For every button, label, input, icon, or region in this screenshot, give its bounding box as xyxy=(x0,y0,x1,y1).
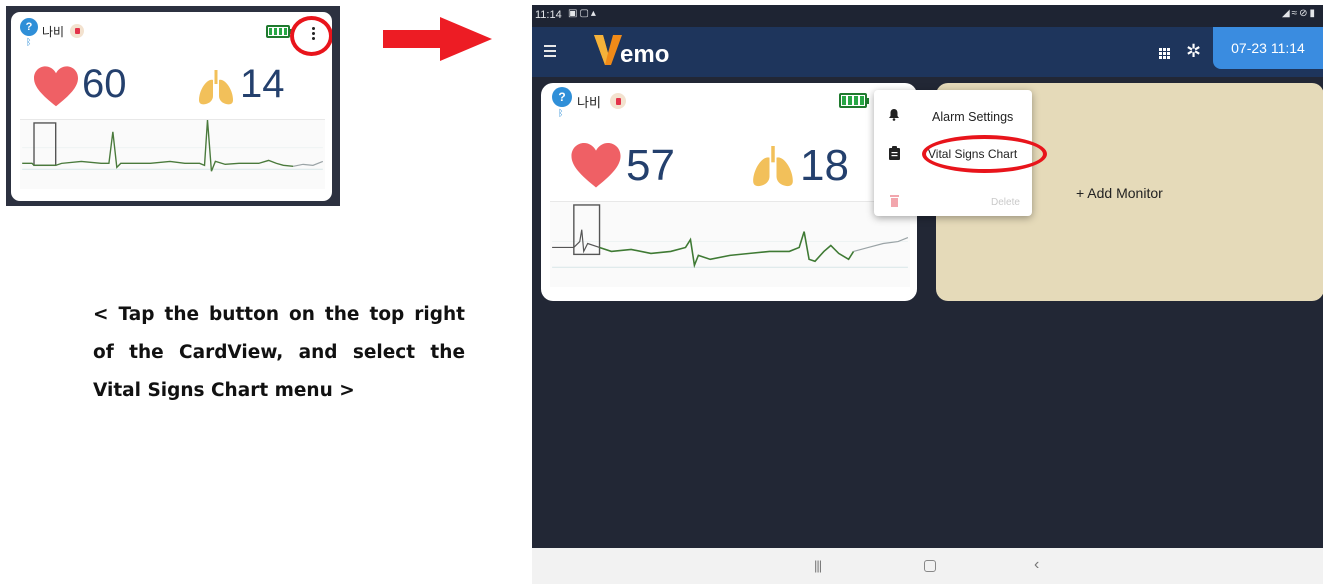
record-indicator-icon xyxy=(70,24,84,38)
date-time-badge[interactable]: 07-23 11:14 xyxy=(1213,27,1323,69)
menu-hamburger-icon[interactable] xyxy=(544,45,556,57)
respiration-rate-value: 14 xyxy=(240,62,285,106)
tablet-screenshot: 11:14 ▣▢▴ ◢≈⊘▮ emo ✲ 07-23 11:14 ? ᛒ 나비 xyxy=(532,5,1323,584)
menu-item-delete[interactable]: Delete xyxy=(991,197,1020,208)
battery-icon xyxy=(266,25,292,38)
status-system-icons: ◢≈⊘▮ xyxy=(1281,8,1317,19)
instruction-text: < Tap the button on the top right of the… xyxy=(93,304,465,401)
trash-icon xyxy=(890,195,899,207)
highlight-circle xyxy=(922,135,1047,173)
heart-rate-value: 57 xyxy=(626,141,675,190)
patient-avatar-icon: ? xyxy=(20,18,38,36)
heart-icon xyxy=(34,66,78,107)
back-icon[interactable]: ‹ xyxy=(1034,556,1039,574)
ecg-waveform xyxy=(550,201,910,287)
card-options-menu: Alarm Settings Vital Signs Chart Delete xyxy=(874,90,1047,216)
status-time: 11:14 xyxy=(535,9,562,21)
status-notification-icons: ▣▢▴ xyxy=(568,8,598,19)
grid-view-icon[interactable] xyxy=(1159,48,1170,59)
bell-icon xyxy=(889,109,899,121)
bluetooth-icon: ᛒ xyxy=(26,37,32,47)
home-icon[interactable] xyxy=(924,560,936,572)
arrow-shaft xyxy=(383,30,441,48)
recent-apps-icon[interactable]: ||| xyxy=(814,558,822,573)
battery-icon xyxy=(839,93,869,108)
heart-icon xyxy=(571,143,621,188)
lungs-icon xyxy=(753,146,793,187)
app-name: emo xyxy=(620,41,670,68)
patient-name: 나비 xyxy=(42,25,65,39)
menu-item-alarm-settings[interactable]: Alarm Settings xyxy=(932,110,1013,124)
bluetooth-icon: ᛒ xyxy=(558,108,564,118)
settings-gear-icon[interactable]: ✲ xyxy=(1186,41,1201,61)
small-monitor-card: ? ᛒ 나비 60 14 xyxy=(11,12,332,201)
clipboard-icon xyxy=(889,146,900,160)
patient-name: 나비 xyxy=(577,96,601,111)
arrow-right-icon xyxy=(440,17,492,61)
app-bar: emo ✲ xyxy=(532,27,1323,77)
record-indicator-icon xyxy=(610,93,626,109)
heart-rate-value: 60 xyxy=(82,62,127,106)
add-monitor-label: + Add Monitor xyxy=(1076,185,1163,201)
respiration-rate-value: 18 xyxy=(800,141,849,190)
highlight-circle xyxy=(290,16,332,56)
patient-avatar-icon: ? xyxy=(552,87,572,107)
app-logo-icon xyxy=(594,35,622,65)
status-bar: 11:14 ▣▢▴ ◢≈⊘▮ xyxy=(532,5,1323,27)
system-nav-bar: ||| ‹ xyxy=(532,548,1323,584)
patient-monitor-card[interactable]: ? ᛒ 나비 57 18 xyxy=(541,83,917,301)
ecg-waveform xyxy=(20,119,325,189)
lungs-icon xyxy=(199,70,233,105)
